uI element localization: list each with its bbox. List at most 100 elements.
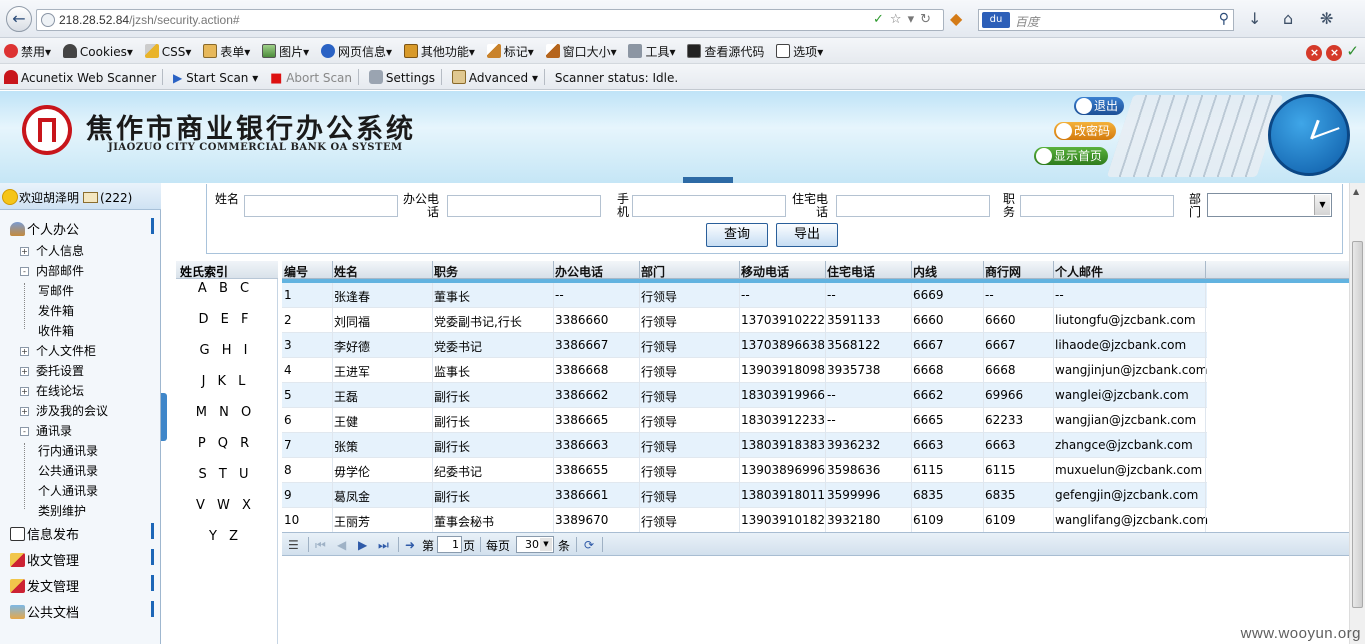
index-letters[interactable]: A B C	[176, 281, 271, 296]
table-row[interactable]: 10 王丽芳 董事会秘书 3389670 行领导 13903910182 3932180 61…	[282, 508, 1208, 533]
home-icon[interactable]: ⌂	[1283, 9, 1293, 28]
baidu-paw-icon[interactable]: du	[982, 12, 1010, 28]
tb-disable[interactable]: 禁用▾	[4, 43, 51, 60]
table-row[interactable]: 7 张策 副行长 3386663 行领导 13803918383 3936232 6663 66…	[282, 433, 1207, 458]
index-letters[interactable]: S T U	[176, 467, 271, 482]
first-page-icon[interactable]: ⏮	[315, 538, 326, 553]
refresh-icon[interactable]: ⟳	[584, 538, 594, 552]
column-header[interactable]: 编号	[284, 263, 308, 280]
menu-delegation[interactable]: + 委托设置	[20, 362, 84, 379]
last-page-icon[interactable]: ⏭	[378, 538, 389, 553]
menu-file-cabinet[interactable]: + 个人文件柜	[20, 342, 96, 359]
menu-incoming-docs[interactable]: 收文管理	[0, 547, 158, 569]
error-icon[interactable]: ×	[1326, 45, 1343, 61]
tb-forms[interactable]: 表单▾	[203, 43, 250, 60]
tb-images[interactable]: 图片▾	[262, 43, 309, 60]
index-letters[interactable]: J K L	[176, 374, 271, 389]
home-phone-input[interactable]	[836, 195, 990, 217]
search-field[interactable]: du 百度 ⚲	[978, 9, 1234, 31]
settings-button[interactable]: Settings	[368, 70, 435, 85]
pager-menu-icon[interactable]: ☰	[288, 538, 299, 552]
export-button[interactable]: 导出	[776, 223, 838, 247]
mail-icon[interactable]	[83, 192, 99, 203]
position-input[interactable]	[1020, 195, 1174, 217]
tb-outline[interactable]: 标记▾	[486, 43, 534, 60]
table-row[interactable]: 9 葛凤金 副行长 3386661 行领导 13803918011 3599996 6835 6…	[282, 483, 1207, 508]
mobile-input[interactable]	[632, 195, 786, 217]
menu-write-mail[interactable]: 写邮件	[38, 282, 74, 299]
office-phone-input[interactable]	[447, 195, 601, 217]
addon-icon[interactable]: ◆	[950, 9, 962, 28]
goto-page-icon[interactable]: ➜	[405, 538, 415, 552]
tb-cookies[interactable]: Cookies▾	[62, 44, 133, 59]
download-icon[interactable]: ↓	[1248, 9, 1261, 28]
bug-icon[interactable]: ❋	[1320, 9, 1333, 28]
query-button[interactable]: 查询	[706, 223, 768, 247]
index-letters[interactable]: V W X	[176, 498, 271, 513]
column-header[interactable]: 住宅电话	[827, 263, 875, 280]
menu-address-book[interactable]: - 通讯录	[20, 422, 72, 439]
menu-personal-contacts[interactable]: 个人通讯录	[38, 482, 98, 499]
index-letters[interactable]: G H I	[176, 343, 271, 358]
page-number-input[interactable]: 1	[437, 536, 462, 553]
tb-options[interactable]: 选项▾	[776, 43, 823, 60]
column-header[interactable]: 职务	[434, 263, 458, 280]
table-row[interactable]: 1 张逢春 董事长 -- 行领导 -- -- 6669 -- --	[282, 283, 1207, 308]
column-header[interactable]: 姓名	[334, 263, 358, 280]
error-icon[interactable]: ×	[1306, 45, 1323, 61]
menu-personal-office[interactable]: 个人办公	[0, 216, 158, 238]
tb-css[interactable]: CSS▾	[144, 44, 191, 59]
dropdown-icon[interactable]: ▾	[908, 12, 921, 27]
index-letters[interactable]: M N O	[176, 405, 271, 420]
table-row[interactable]: 2 刘同福 党委副书记,行长 3386660 行领导 13703910222 3591133…	[282, 308, 1207, 333]
column-header[interactable]: 商行网	[985, 263, 1021, 280]
menu-my-meetings[interactable]: + 涉及我的会议	[20, 402, 108, 419]
reload-icon[interactable]: ↻	[920, 12, 937, 27]
menu-category[interactable]: 类别维护	[38, 502, 86, 519]
index-letters[interactable]: Y Z	[176, 529, 271, 544]
menu-info-publish[interactable]: 信息发布	[0, 521, 158, 543]
menu-personal-info[interactable]: + 个人信息	[20, 242, 84, 259]
star-icon[interactable]: ☆	[890, 12, 908, 27]
url-field[interactable]: 218.28.52.84/jzsh/security.action# ✓☆▾↻	[36, 9, 944, 31]
table-row[interactable]: 6 王健 副行长 3386665 行领导 18303912233 -- 6665 62233 wa…	[282, 408, 1207, 433]
menu-inbox[interactable]: 收件箱	[38, 322, 74, 339]
show-home-button[interactable]: 显示首页	[1034, 147, 1109, 165]
dept-select[interactable]: ▼	[1207, 193, 1332, 217]
next-page-icon[interactable]: ▶	[358, 538, 367, 552]
verified-icon[interactable]: ✓	[873, 12, 890, 27]
column-header[interactable]: 内线	[913, 263, 937, 280]
menu-internal-mail[interactable]: - 内部邮件	[20, 262, 84, 279]
scroll-thumb[interactable]	[1352, 241, 1363, 608]
mail-count[interactable]: (222)	[100, 191, 132, 205]
tb-source[interactable]: 查看源代码	[687, 43, 764, 60]
tb-misc[interactable]: 其他功能▾	[403, 43, 475, 60]
menu-outbox[interactable]: 发件箱	[38, 302, 74, 319]
menu-public-contacts[interactable]: 公共通讯录	[38, 462, 98, 479]
abort-scan-button[interactable]: ■ Abort Scan	[270, 71, 352, 86]
column-header[interactable]: 办公电话	[555, 263, 603, 280]
check-icon[interactable]: ✓	[1346, 42, 1359, 60]
table-row[interactable]: 4 王进军 监事长 3386668 行领导 13903918098 3935738 6668 6…	[282, 358, 1207, 383]
table-row[interactable]: 8 毋学伦 纪委书记 3386655 行领导 13903896996 3598636 6115…	[282, 458, 1207, 483]
name-input[interactable]	[244, 195, 398, 217]
tb-tools[interactable]: 工具▾	[628, 43, 676, 60]
column-header[interactable]: 部门	[641, 263, 665, 280]
menu-outgoing-docs[interactable]: 发文管理	[0, 573, 158, 595]
tb-resize[interactable]: 窗口大小▾	[545, 43, 617, 60]
change-password-button[interactable]: 改密码	[1054, 122, 1117, 140]
exit-button[interactable]: 退出	[1074, 97, 1125, 115]
column-header[interactable]: 移动电话	[741, 263, 789, 280]
start-scan-button[interactable]: ▶ Start Scan ▾	[173, 71, 258, 85]
scroll-up-icon[interactable]: ▲	[1353, 187, 1359, 196]
table-row[interactable]: 3 李好德 党委书记 3386667 行领导 13703896638 3568122 6667…	[282, 333, 1207, 358]
menu-bank-contacts[interactable]: 行内通讯录	[38, 442, 98, 459]
table-row[interactable]: 5 王磊 副行长 3386662 行领导 18303919966 -- 6662 69966 wa…	[282, 383, 1207, 408]
tb-info[interactable]: 网页信息▾	[320, 43, 392, 60]
column-header[interactable]: 个人邮件	[1055, 263, 1103, 280]
index-letters[interactable]: P Q R	[176, 436, 271, 451]
per-page-select[interactable]: 30 ▼	[516, 536, 554, 553]
page-scrollbar[interactable]: ▲	[1349, 183, 1365, 644]
search-icon[interactable]: ⚲	[1219, 11, 1229, 27]
index-letters[interactable]: D E F	[176, 312, 271, 327]
